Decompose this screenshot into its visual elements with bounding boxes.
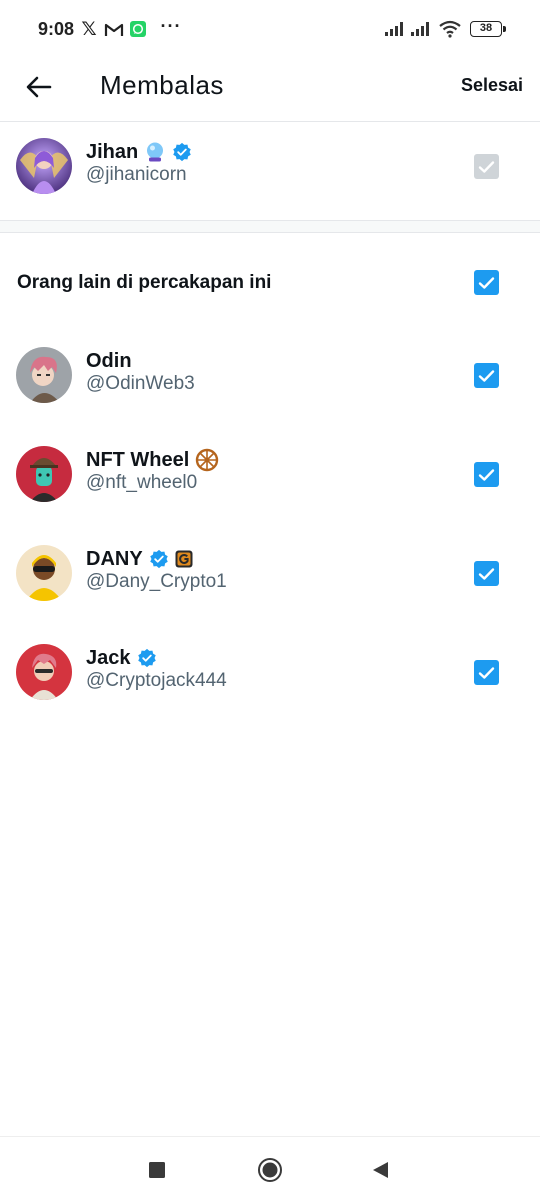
status-time: 9:08 bbox=[38, 19, 75, 39]
list-item[interactable]: Odin @OdinWeb3 bbox=[0, 339, 540, 411]
others-checkbox[interactable] bbox=[474, 270, 499, 295]
list-item[interactable]: DANY @Dany_Crypto1 bbox=[0, 537, 540, 609]
list-item[interactable]: NFT Wheel @nft_wheel0 bbox=[0, 438, 540, 510]
section-divider bbox=[0, 220, 540, 233]
verified-badge-icon bbox=[137, 648, 157, 668]
done-button[interactable]: Selesai bbox=[461, 75, 523, 96]
name-line: DANY bbox=[86, 546, 193, 572]
display-name: NFT Wheel bbox=[86, 448, 190, 471]
crystal-ball-emoji bbox=[144, 141, 166, 163]
avatar[interactable] bbox=[16, 138, 72, 194]
avatar[interactable] bbox=[16, 545, 72, 601]
display-name: Jack bbox=[86, 646, 131, 669]
name-line: Odin bbox=[86, 348, 132, 374]
arrow-left-icon bbox=[26, 76, 52, 98]
checkmark-icon bbox=[478, 666, 495, 679]
author-name-line: Jihan bbox=[86, 139, 192, 165]
status-bar: 9:08 𝕏 ··· 38 bbox=[0, 0, 540, 60]
others-label: Orang lain di percakapan ini bbox=[17, 272, 272, 293]
verified-badge-icon bbox=[149, 549, 169, 569]
checkmark-icon bbox=[478, 567, 495, 580]
back-triangle-icon[interactable] bbox=[367, 1157, 393, 1183]
signal-icon bbox=[384, 19, 406, 39]
avatar[interactable] bbox=[16, 446, 72, 502]
handle: @OdinWeb3 bbox=[86, 373, 195, 394]
avatar[interactable] bbox=[16, 347, 72, 403]
top-app-bar: Membalas Selesai bbox=[0, 60, 540, 122]
handle: @Cryptojack444 bbox=[86, 670, 227, 691]
author-row: Jihan @jihanicorn bbox=[0, 130, 540, 202]
checkmark-icon bbox=[478, 468, 495, 481]
handle: @Dany_Crypto1 bbox=[86, 571, 227, 592]
display-name: Jihan bbox=[86, 140, 139, 163]
more-dots-icon: ··· bbox=[160, 15, 182, 36]
author-checkbox bbox=[474, 154, 499, 179]
participant-checkbox[interactable] bbox=[474, 462, 499, 487]
wifi-icon bbox=[438, 19, 462, 39]
list-item[interactable]: Jack @Cryptojack444 bbox=[0, 636, 540, 708]
participant-checkbox[interactable] bbox=[474, 363, 499, 388]
home-circle-icon[interactable] bbox=[257, 1157, 283, 1183]
participant-checkbox[interactable] bbox=[474, 660, 499, 685]
back-button[interactable] bbox=[20, 68, 58, 106]
checkmark-icon bbox=[478, 276, 495, 289]
page-title: Membalas bbox=[100, 70, 224, 100]
others-in-conversation-row[interactable]: Orang lain di percakapan ini bbox=[0, 258, 540, 310]
wheel-emoji bbox=[195, 448, 219, 472]
checkmark-icon bbox=[478, 160, 495, 173]
recent-apps-square-icon[interactable] bbox=[144, 1157, 170, 1183]
verified-badge-icon bbox=[172, 142, 192, 162]
whatsapp-icon bbox=[130, 19, 146, 39]
g-affiliate-badge bbox=[175, 550, 193, 568]
avatar[interactable] bbox=[16, 644, 72, 700]
battery-icon: 38 bbox=[468, 19, 506, 39]
display-name: DANY bbox=[86, 547, 143, 570]
handle: @jihanicorn bbox=[86, 164, 187, 185]
battery-level: 38 bbox=[470, 21, 506, 37]
name-line: Jack bbox=[86, 645, 157, 671]
participant-checkbox[interactable] bbox=[474, 561, 499, 586]
x-logo-icon: 𝕏 bbox=[81, 18, 97, 40]
signal-icon bbox=[410, 19, 432, 39]
handle: @nft_wheel0 bbox=[86, 472, 198, 493]
checkmark-icon bbox=[478, 369, 495, 382]
gmail-icon bbox=[104, 19, 124, 39]
name-line: NFT Wheel bbox=[86, 447, 219, 473]
system-nav-bar bbox=[0, 1136, 540, 1200]
display-name: Odin bbox=[86, 349, 132, 372]
